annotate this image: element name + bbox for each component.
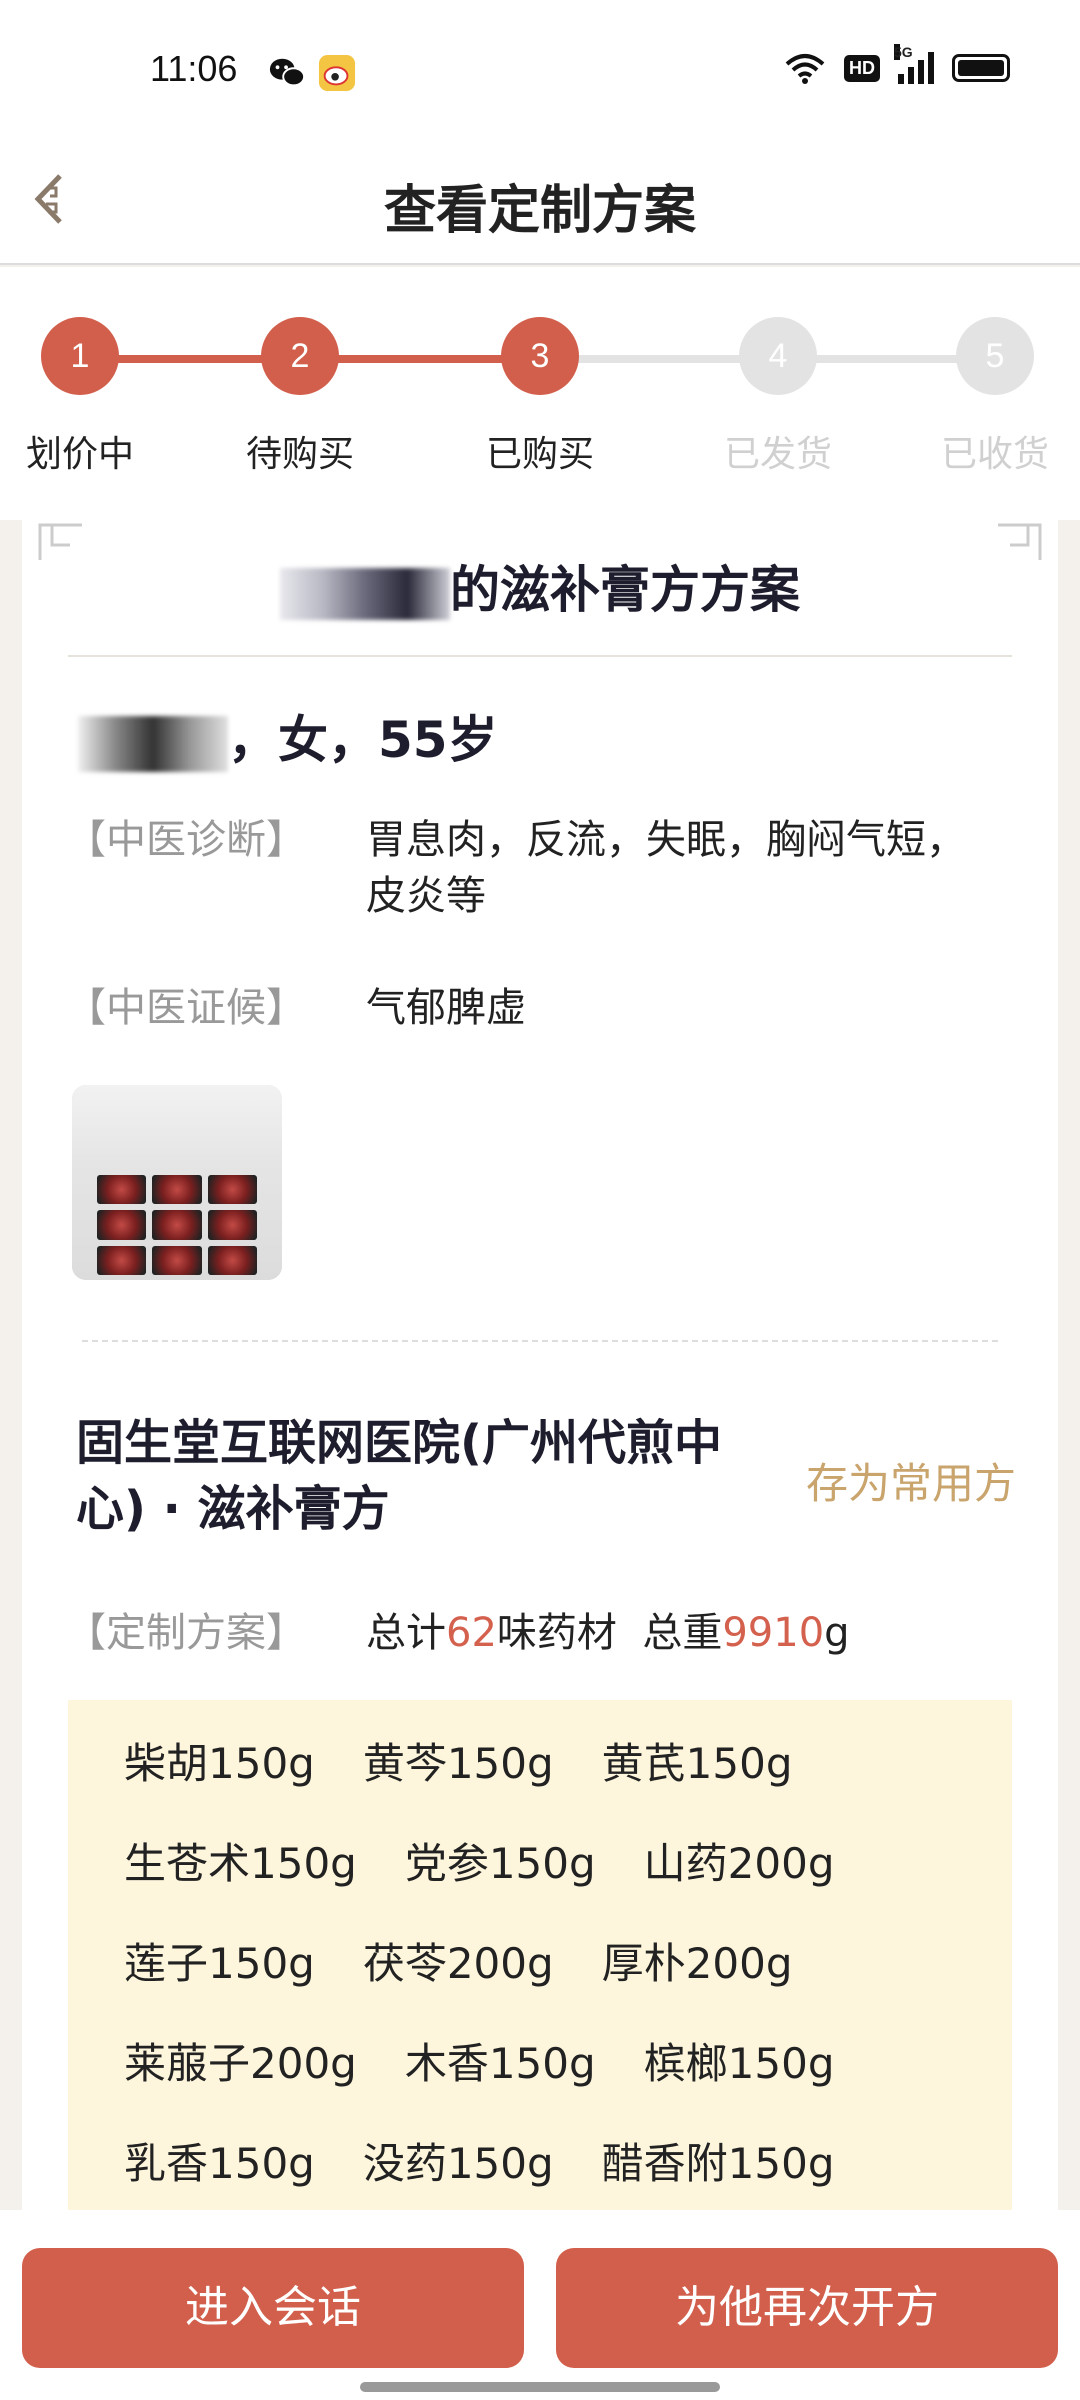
herb-item: 醋香附150g — [601, 2139, 835, 2188]
plan-weight-prefix: 总重 — [642, 1610, 723, 1656]
page-title: 查看定制方案 — [383, 181, 696, 241]
bottom-action-bar: 进入会话 为他再次开方 — [0, 2210, 1080, 2400]
step-3: 3 已购买 — [440, 317, 640, 477]
redacted-name — [280, 567, 450, 620]
hospital-name: 固生堂互联网医院(广州代煎中心) · 滋补膏方 — [76, 1415, 722, 1537]
battery-icon — [952, 54, 1010, 82]
herb-item: 党参150g — [404, 1839, 596, 1888]
herb-item: 山药200g — [643, 1839, 835, 1888]
step-2: 2 待购买 — [200, 317, 400, 477]
herb-item: 木香150g — [404, 2039, 596, 2088]
herb-row: 莲子150g 茯苓200g 厚朴200g — [124, 1930, 1012, 2030]
herb-row: 生苍术150g 党参150g 山药200g — [124, 1830, 1012, 1930]
step-number: 3 — [501, 317, 579, 395]
order-progress: 1 划价中 2 待购买 3 已购买 4 已发货 5 已收货 — [0, 267, 1080, 520]
patient-gender-age: ，女，55岁 — [228, 711, 498, 769]
dashed-divider — [82, 1340, 998, 1342]
weibo-icon — [318, 54, 356, 92]
home-indicator[interactable] — [360, 2382, 720, 2392]
syndrome-value: 气郁脾虚 — [366, 985, 526, 1031]
step-label: 已收货 — [940, 434, 1049, 475]
herb-item: 厚朴200g — [601, 1939, 793, 1988]
step-number: 1 — [41, 317, 119, 395]
wechat-icon — [269, 58, 306, 87]
step-label: 已购买 — [485, 434, 594, 475]
herb-item: 茯苓200g — [362, 1939, 554, 1988]
step-1: 1 划价中 — [0, 317, 180, 477]
enter-chat-button[interactable]: 进入会话 — [22, 2248, 524, 2368]
herb-row: 乳香150g 没药150g 醋香附150g — [124, 2130, 1012, 2220]
herb-item: 莲子150g — [124, 1939, 315, 1988]
redacted-patient — [78, 715, 228, 772]
step-number: 4 — [739, 317, 817, 395]
plan-label: 【定制方案】 — [66, 1610, 306, 1656]
herb-item: 乳香150g — [124, 2139, 315, 2188]
divider — [68, 655, 1012, 657]
diagnosis-value: 胃息肉，反流，失眠，胸闷气短，皮炎等 — [366, 817, 966, 919]
syndrome-label: 【中医证候】 — [66, 985, 306, 1031]
step-4: 4 已发货 — [678, 317, 878, 477]
herb-item: 没药150g — [362, 2139, 554, 2188]
signal-icon: 5G — [894, 44, 934, 84]
save-as-common-button[interactable]: 存为常用方 — [806, 1450, 1016, 1511]
status-bar: 11:06 HD 5G — [0, 0, 1080, 140]
wifi-icon — [785, 54, 825, 84]
plan-card: 的滋补膏方方案 ，女，55岁 【中医诊断】 胃息肉，反流，失眠，胸闷气短，皮炎等 … — [22, 520, 1058, 2220]
represcribe-button[interactable]: 为他再次开方 — [556, 2248, 1058, 2368]
plan-title: 的滋补膏方方案 — [22, 550, 1058, 622]
plan-title-text: 的滋补膏方方案 — [450, 561, 800, 619]
herb-item: 莱菔子200g — [124, 2039, 357, 2088]
herb-item: 黄芩150g — [362, 1739, 554, 1788]
step-label: 已发货 — [723, 434, 832, 475]
step-label: 待购买 — [245, 434, 354, 475]
plan-count-suffix: 味药材 — [496, 1610, 617, 1656]
step-label: 划价中 — [25, 434, 134, 475]
plan-count: 62 — [446, 1610, 497, 1656]
herb-row: 莱菔子200g 木香150g 槟榔150g — [124, 2030, 1012, 2130]
status-time: 11:06 — [150, 48, 238, 89]
plan-weight: 9910 — [722, 1610, 825, 1656]
network-type: 5G — [894, 44, 913, 60]
diagnosis-row: 【中医诊断】 胃息肉，反流，失眠，胸闷气短，皮炎等 — [66, 812, 966, 924]
report-image-thumbnail[interactable] — [72, 1085, 282, 1280]
diagnosis-label: 【中医诊断】 — [66, 817, 306, 863]
plan-count-prefix: 总计 — [366, 1610, 446, 1656]
herb-list: 柴胡150g 黄芩150g 黄芪150g 生苍术150g 党参150g 山药200g 莲… — [68, 1700, 1012, 2220]
syndrome-row: 【中医证候】 气郁脾虚 — [66, 980, 966, 1036]
plan-weight-unit: g — [824, 1610, 850, 1656]
hd-badge: HD — [844, 54, 880, 82]
patient-info: ，女，55岁 — [78, 700, 498, 772]
herb-item: 生苍术150g — [124, 1839, 357, 1888]
step-5: 5 已收货 — [895, 317, 1080, 477]
herb-item: 黄芪150g — [601, 1739, 793, 1788]
step-number: 5 — [956, 317, 1034, 395]
herb-row: 柴胡150g 黄芩150g 黄芪150g — [124, 1730, 1012, 1830]
herb-item: 柴胡150g — [124, 1739, 315, 1788]
herb-item: 槟榔150g — [643, 2039, 835, 2088]
header: 查看定制方案 — [0, 140, 1080, 265]
step-number: 2 — [261, 317, 339, 395]
plan-summary: 【定制方案】 总计62味药材 总重9910g — [66, 1600, 850, 1658]
